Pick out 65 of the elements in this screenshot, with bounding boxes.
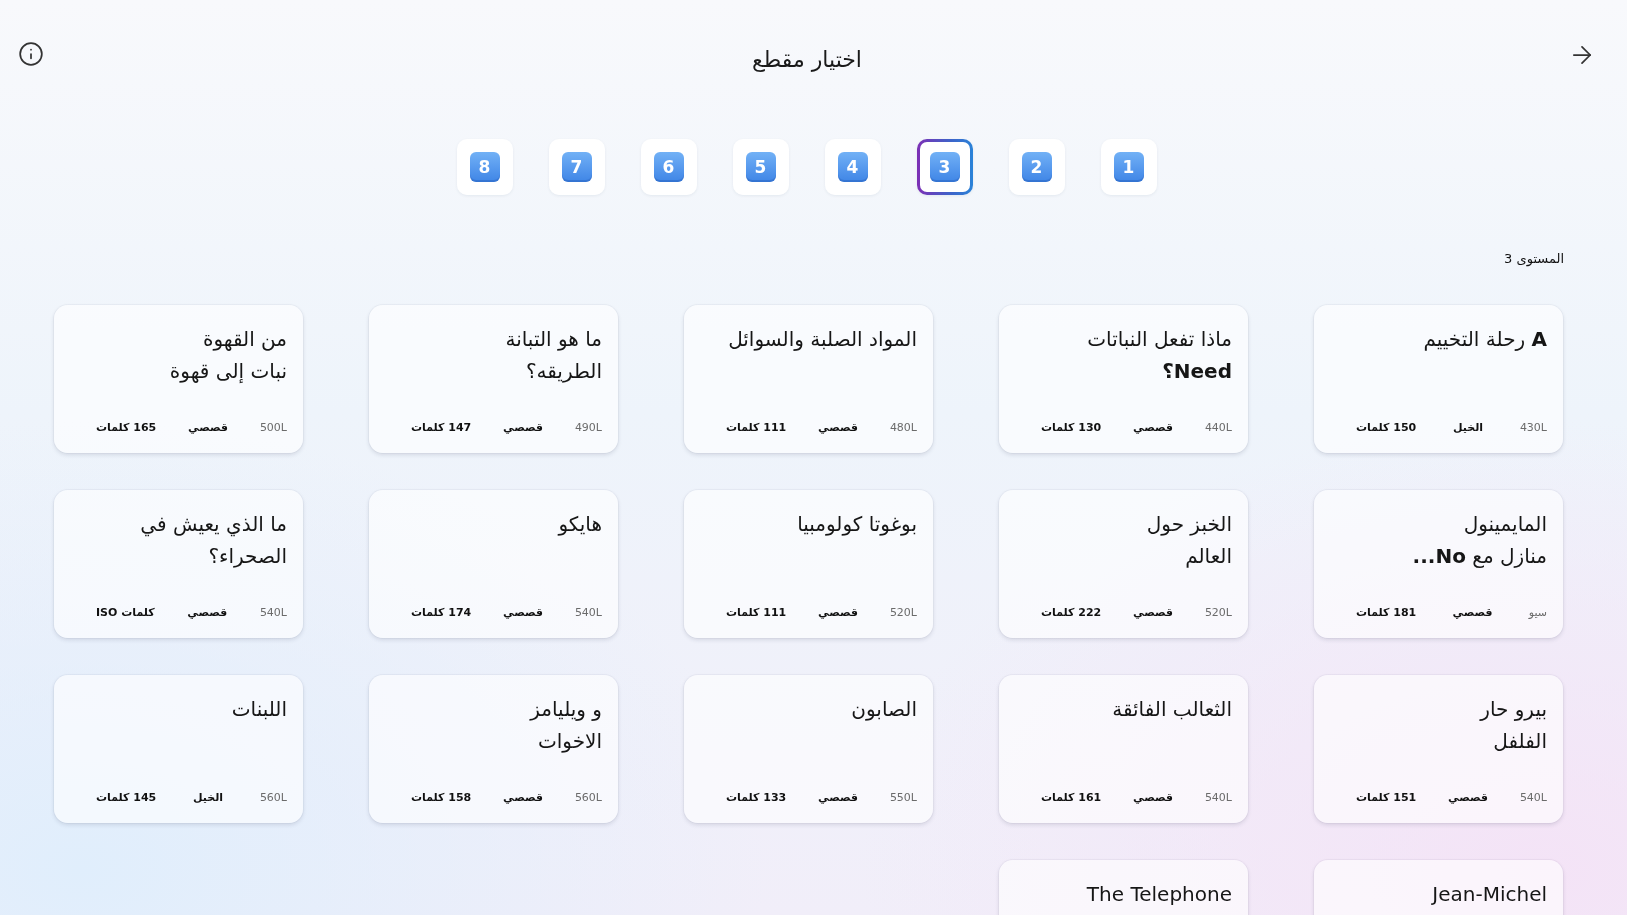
lexile-level: 540L [259,606,287,620]
word-count: 111 كلمات [726,606,787,620]
lexile-level: 500L [259,421,287,435]
word-count: 111 كلمات [726,421,787,435]
word-count: 150 كلمات [1356,421,1417,435]
word-count: 181 كلمات [1356,606,1417,620]
genre-label: قصصي [503,421,544,435]
genre-label: قصصي [503,791,544,805]
passage-title: ماذا تفعل النباتات Need؟ [1086,326,1232,385]
page-title: اختيار مقطع [752,46,862,74]
lexile-level: 520L [889,606,917,620]
genre-label: قصصي [818,606,859,620]
word-count: 165 كلمات [96,421,157,435]
passage-title: المواد الصلبة والسوائل [727,326,917,353]
info-icon[interactable] [18,41,44,67]
passage-card[interactable]: Jean-Michel [1314,860,1563,915]
word-count: 174 كلمات [411,606,472,620]
genre-label: قصصي [1133,421,1174,435]
passage-title: هايكو [556,511,602,538]
genre-label: قصصي [188,421,229,435]
word-count: 222 كلمات [1041,606,1102,620]
genre-label: قصصي [1133,791,1174,805]
passage-title: الخبز حول العالم [1145,511,1232,570]
genre-label: الخيل [1453,421,1484,435]
word-count: 161 كلمات [1041,791,1102,805]
genre-label: قصصي [818,421,859,435]
word-count: كلمات ISO [96,606,155,620]
genre-label: الخيل [193,791,224,805]
genre-label: قصصي [818,791,859,805]
lexile-level: 540L [1519,791,1547,805]
lexile-level: 480L [889,421,917,435]
word-count: 147 كلمات [411,421,472,435]
lexile-level: سيو [1528,606,1547,620]
lexile-level: 440L [1204,421,1232,435]
passage-title: اللبنات [230,696,287,723]
lexile-level: 490L [574,421,602,435]
passage-title: بوغوتا كولومبيا [796,511,917,538]
passage-title: الثعالب الفائقة [1111,696,1232,723]
genre-label: قصصي [1452,606,1493,620]
genre-label: قصصي [503,606,544,620]
word-count: 158 كلمات [411,791,472,805]
lexile-level: 520L [1204,606,1232,620]
lexile-level: 540L [574,606,602,620]
passage-title: ما الذي يعيش في الصحراء؟ [139,511,287,570]
genre-label: قصصي [1133,606,1174,620]
passage-title: الصابون [850,696,917,723]
lexile-level: 550L [889,791,917,805]
genre-label: قصصي [187,606,228,620]
lexile-level: 430L [1519,421,1547,435]
passage-title: The Telephone [1085,881,1232,908]
lexile-level: 540L [1204,791,1232,805]
lexile-level: 560L [259,791,287,805]
genre-label: قصصي [1448,791,1489,805]
word-count: 133 كلمات [726,791,787,805]
level-label: المستوى 3 [1504,251,1565,267]
word-count: 145 كلمات [96,791,157,805]
word-count: 130 كلمات [1041,421,1102,435]
passage-title: و ويليامز الاخوات [528,696,602,755]
passage-card[interactable]: The Telephone [999,860,1248,915]
word-count: 151 كلمات [1356,791,1417,805]
passage-title: ما هو التبانة الطريقه؟ [504,326,602,385]
passage-title: من القهوة نبات إلى قهوة [168,326,287,385]
lexile-level: 560L [574,791,602,805]
passage-title: Jean-Michel [1430,881,1547,908]
passage-title: بيرو حار الفلفل [1478,696,1547,755]
